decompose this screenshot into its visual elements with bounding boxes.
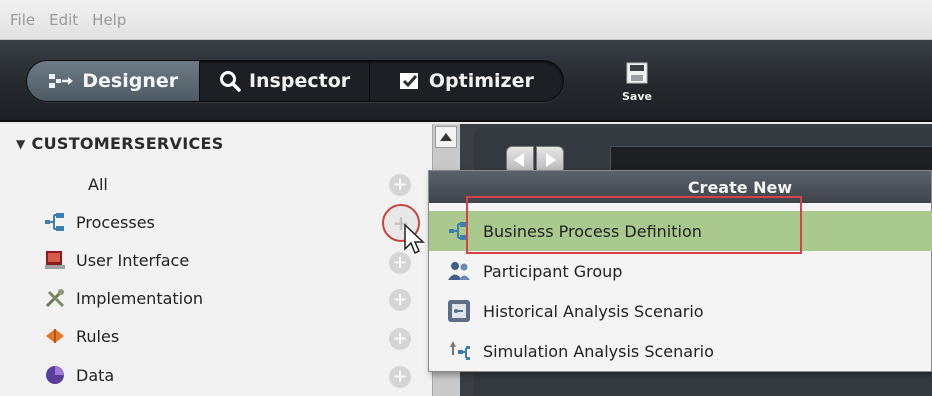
menu-bar: File Edit Help [0, 0, 932, 40]
add-all-button[interactable]: + [389, 174, 411, 196]
menu-file[interactable]: File [10, 11, 35, 29]
sidebar-item-implementation[interactable]: Implementation [44, 282, 384, 314]
historical-scenario-icon [445, 297, 473, 325]
mode-switch: Designer Inspector Optimizer [26, 60, 564, 102]
sidebar-section-header[interactable]: ▼ CUSTOMERSERVICES [16, 134, 224, 153]
designer-button[interactable]: Designer [27, 61, 201, 101]
rules-icon [44, 325, 66, 347]
sidebar-item-data[interactable]: Data [44, 359, 384, 391]
mouse-cursor-icon [404, 223, 426, 260]
sidebar-item-user-interface[interactable]: User Interface [44, 244, 384, 276]
designer-label: Designer [82, 70, 179, 92]
menu-item-simulation-analysis-scenario[interactable]: Simulation Analysis Scenario [429, 331, 932, 371]
sidebar-title: CUSTOMERSERVICES [31, 134, 224, 153]
menu-item-label: Simulation Analysis Scenario [483, 341, 714, 361]
menu-edit[interactable]: Edit [49, 11, 78, 29]
sidebar-item-label: Implementation [76, 288, 204, 308]
optimizer-label: Optimizer [428, 70, 534, 92]
add-implementation-button[interactable]: + [389, 289, 411, 311]
data-icon [44, 364, 66, 386]
menu-item-label: Business Process Definition [483, 221, 702, 241]
toolbar: Designer Inspector Optimizer Save [0, 40, 932, 122]
create-new-popup: Create New Business Process Definition P… [428, 170, 932, 372]
save-button[interactable]: Save [616, 62, 658, 108]
menu-help[interactable]: Help [92, 11, 126, 29]
magnifier-icon [219, 70, 241, 92]
popup-title: Create New [429, 171, 931, 203]
sidebar-item-processes[interactable]: Processes [44, 206, 384, 238]
process-icon [445, 217, 473, 245]
inspector-button[interactable]: Inspector [200, 61, 370, 101]
process-icon [44, 211, 66, 233]
simulation-scenario-icon [445, 337, 473, 365]
checkbox-icon [399, 71, 421, 91]
designer-icon [48, 72, 74, 90]
sidebar: ▼ CUSTOMERSERVICES All + Processes + Use… [0, 124, 432, 396]
participant-group-icon [445, 257, 473, 285]
sidebar-item-label: User Interface [76, 250, 190, 270]
sidebar-item-label: Rules [76, 326, 120, 346]
sidebar-item-rules[interactable]: Rules [44, 320, 384, 352]
menu-item-historical-analysis-scenario[interactable]: Historical Analysis Scenario [429, 291, 932, 331]
sidebar-item-label: Processes [76, 212, 155, 232]
menu-item-label: Participant Group [483, 261, 623, 281]
add-data-button[interactable]: + [389, 366, 411, 388]
optimizer-button[interactable]: Optimizer [370, 61, 563, 101]
sidebar-item-all[interactable]: All [88, 168, 428, 200]
save-label: Save [622, 90, 652, 103]
menu-item-business-process-definition[interactable]: Business Process Definition [429, 211, 932, 251]
menu-item-label: Historical Analysis Scenario [483, 301, 704, 321]
expand-triangle-icon: ▼ [16, 136, 26, 151]
scroll-up-arrow-icon[interactable] [435, 126, 457, 148]
sidebar-item-label: Data [76, 365, 115, 385]
user-interface-icon [44, 249, 66, 271]
add-rules-button[interactable]: + [389, 328, 411, 350]
implementation-icon [44, 287, 66, 309]
save-icon [626, 62, 648, 88]
sidebar-item-label: All [88, 174, 108, 194]
menu-item-participant-group[interactable]: Participant Group [429, 251, 932, 291]
inspector-label: Inspector [248, 70, 351, 92]
